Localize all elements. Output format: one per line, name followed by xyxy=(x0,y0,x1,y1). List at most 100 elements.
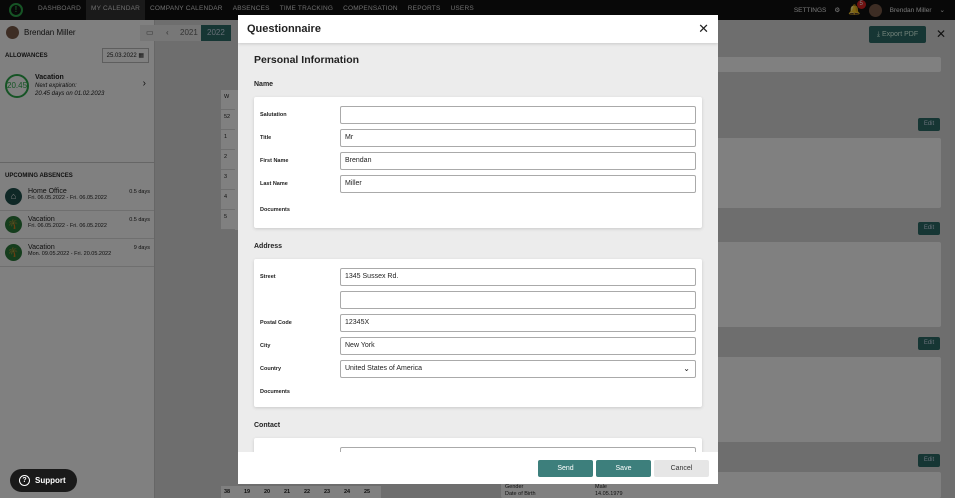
notification-badge: 5 xyxy=(856,0,866,9)
user-selector[interactable]: Brendan Miller ⌄ xyxy=(0,20,154,45)
cancel-button[interactable]: Cancel xyxy=(654,459,709,477)
absence-dates: Mon. 09.05.2022 - Fri. 20.05.2022 xyxy=(28,251,112,257)
support-button[interactable]: ? Support xyxy=(10,469,77,492)
country-label: Country xyxy=(260,365,282,372)
send-button[interactable]: Send xyxy=(538,459,593,477)
close-icon[interactable]: ✕ xyxy=(936,27,946,41)
export-label: Export PDF xyxy=(881,31,919,38)
day-cell[interactable]: 21 xyxy=(281,486,301,498)
prev-year-button[interactable]: ‹ xyxy=(160,25,175,41)
support-label: Support xyxy=(35,476,66,485)
week-number: 38 xyxy=(224,489,231,495)
day-cell[interactable]: 24 xyxy=(341,486,361,498)
absence-dates: Fri. 06.05.2022 - Fri. 06.05.2022 xyxy=(28,223,107,229)
allowance-ring: 20.45 xyxy=(5,74,29,98)
dob-label: Date of Birth xyxy=(505,491,536,497)
day-cell[interactable]: 25 xyxy=(361,486,381,498)
first-name-label: First Name xyxy=(260,157,289,164)
last-name-label: Last Name xyxy=(260,180,288,187)
city-input[interactable]: New York xyxy=(340,336,696,355)
absence-item[interactable]: 🌴 Vacation Mon. 09.05.2022 - Fri. 20.05.20… xyxy=(0,239,154,267)
week-number: 1 xyxy=(221,130,235,150)
salutation-label: Salutation xyxy=(260,111,287,118)
year-2022[interactable]: 2022 xyxy=(201,25,231,41)
absence-dates: Fri. 06.05.2022 - Fri. 06.05.2022 xyxy=(28,195,107,201)
save-button[interactable]: Save xyxy=(596,459,651,477)
week-38-row: 38 19 20 21 22 23 24 25 xyxy=(221,486,381,498)
day-cell[interactable]: 19 xyxy=(241,486,261,498)
contact-heading: Contact xyxy=(254,422,281,429)
allowance-line2: 20.45 days on 01.02.2023 xyxy=(35,91,105,97)
export-pdf-button[interactable]: ⤓ Export PDF xyxy=(869,26,926,43)
week-number: 52 xyxy=(221,110,235,130)
edit-button[interactable]: Edit xyxy=(918,454,940,467)
day-cell[interactable]: 23 xyxy=(321,486,341,498)
postal-code-input[interactable]: 12345X xyxy=(340,313,696,332)
edit-button[interactable]: Edit xyxy=(918,337,940,350)
questionnaire-modal: Questionnaire ✕ Personal Information Name… xyxy=(238,15,718,484)
dob-value: 14.05.1979 xyxy=(595,491,623,497)
allowance-vacation[interactable]: 20.45 Vacation Next expiration: 20.45 days… xyxy=(0,66,154,106)
palm-tree-icon: 🌴 xyxy=(5,244,22,261)
year-2021[interactable]: 2021 xyxy=(174,25,204,41)
question-icon: ? xyxy=(19,475,30,486)
palm-tree-icon: 🌴 xyxy=(5,216,22,233)
country-select[interactable]: United States of America ⌄ xyxy=(340,359,696,378)
upcoming-absences-title: UPCOMING ABSENCES xyxy=(5,173,73,179)
allowances-title: ALLOWANCES xyxy=(5,52,48,59)
absence-item[interactable]: 🌴 Vacation Fri. 06.05.2022 - Fri. 06.05.20… xyxy=(0,211,154,239)
id-card-button[interactable]: ▭ xyxy=(140,25,160,41)
absence-days: 9 days xyxy=(133,245,150,251)
date-value: 25.03.2022 xyxy=(106,53,137,59)
title-label: Title xyxy=(260,134,272,141)
edit-button[interactable]: Edit xyxy=(918,222,940,235)
week-number: 3 xyxy=(221,170,235,190)
chevron-down-icon[interactable]: ⌄ xyxy=(940,6,945,14)
documents-label: Documents xyxy=(260,389,290,395)
address-panel: Street 1345 Sussex Rd. Postal Code 12345X … xyxy=(254,259,702,407)
street-label: Street xyxy=(260,273,276,280)
country-value: United States of America xyxy=(345,364,423,372)
postal-code-label: Postal Code xyxy=(260,319,292,326)
home-icon: ⌂ xyxy=(5,188,22,205)
absence-name: Home Office xyxy=(28,188,67,195)
day-cell[interactable]: 20 xyxy=(261,486,281,498)
settings-link[interactable]: SETTINGS xyxy=(794,7,827,14)
last-name-input[interactable]: Miller xyxy=(340,174,696,193)
close-icon[interactable]: ✕ xyxy=(698,21,709,37)
nav-my-calendar[interactable]: MY CALENDAR xyxy=(85,0,146,20)
date-input[interactable]: 25.03.2022 ▦ xyxy=(101,48,149,63)
title-input[interactable]: Mr xyxy=(340,128,696,147)
day-cell[interactable]: 22 xyxy=(301,486,321,498)
salutation-input[interactable] xyxy=(340,105,696,124)
chevron-down-icon: ⌄ xyxy=(683,363,690,373)
contact-panel xyxy=(254,438,702,452)
street-input[interactable]: 1345 Sussex Rd. xyxy=(340,267,696,286)
documents-label: Documents xyxy=(260,207,290,213)
absence-item[interactable]: ⌂ Home Office Fri. 06.05.2022 - Fri. 06.05… xyxy=(0,183,154,211)
user-name: Brendan Miller xyxy=(24,28,76,37)
absence-days: 0.5 days xyxy=(129,217,150,223)
logo-icon[interactable]: ! xyxy=(9,3,23,17)
modal-footer: Send Save Cancel xyxy=(238,452,718,484)
allowance-line1: Next expiration: xyxy=(35,83,77,89)
allowance-name: Vacation xyxy=(35,74,64,81)
city-label: City xyxy=(260,342,271,349)
nav-dashboard[interactable]: DASHBOARD xyxy=(33,0,86,20)
street2-input[interactable] xyxy=(340,290,696,309)
section-title: Personal Information xyxy=(254,54,360,66)
gear-icon[interactable]: ⚙ xyxy=(834,6,840,14)
first-name-input[interactable]: Brendan xyxy=(340,151,696,170)
name-heading: Name xyxy=(254,81,274,88)
avatar[interactable] xyxy=(868,3,882,17)
calendar-icon: ▦ xyxy=(138,53,144,59)
user-name[interactable]: Brendan Miller xyxy=(890,7,932,14)
absence-name: Vacation xyxy=(28,244,55,251)
edit-button[interactable]: Edit xyxy=(918,118,940,131)
download-icon: ⤓ xyxy=(876,31,880,38)
week-header: W xyxy=(221,90,235,110)
address-heading: Address xyxy=(254,243,283,250)
nav-company-calendar[interactable]: COMPANY CALENDAR xyxy=(145,0,228,20)
week-number: 2 xyxy=(221,150,235,170)
bell-icon[interactable]: 🔔 5 xyxy=(848,0,866,16)
